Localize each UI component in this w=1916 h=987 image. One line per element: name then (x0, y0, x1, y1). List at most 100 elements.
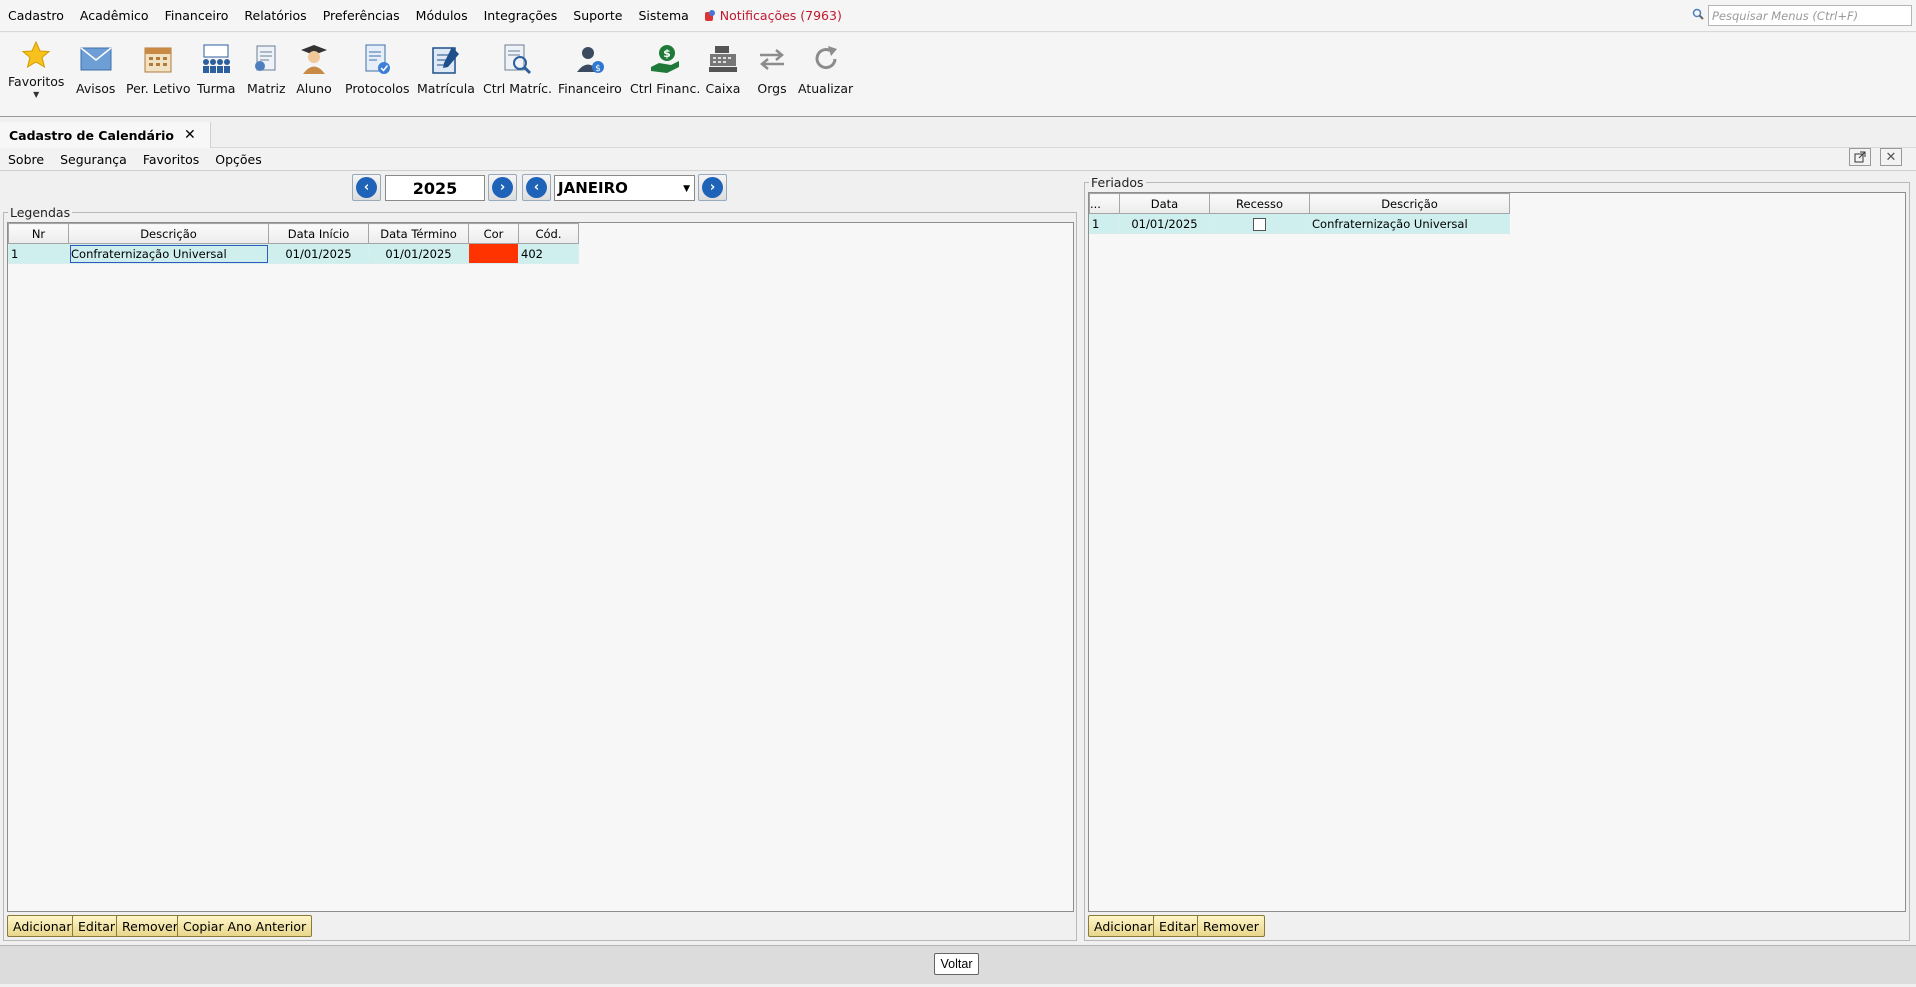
menu-sistema[interactable]: Sistema (638, 8, 688, 23)
toolbar-matricula-button[interactable]: Matrícula (417, 41, 475, 96)
enrollment-icon (428, 41, 464, 77)
close-window-button[interactable]: ✕ (1880, 148, 1902, 166)
cell-data-inicio[interactable]: 01/01/2025 (268, 243, 369, 264)
cell-cor-swatch[interactable] (468, 243, 519, 264)
chevron-down-icon: ▼ (683, 184, 690, 194)
tab-title: Cadastro de Calendário (9, 127, 174, 143)
document-search-icon (500, 41, 536, 77)
column-header-index[interactable]: ... (1089, 193, 1120, 214)
year-field[interactable]: 2025 (385, 175, 485, 201)
notification-icon (704, 9, 715, 22)
money-hand-icon: $ (647, 41, 683, 77)
column-header-recesso[interactable]: Recesso (1209, 193, 1310, 214)
feriados-adicionar-button[interactable]: Adicionar (1088, 915, 1159, 937)
envelope-icon (78, 41, 114, 77)
column-header-descricao[interactable]: Descrição (68, 223, 269, 244)
column-header-descricao[interactable]: Descrição (1309, 193, 1510, 214)
svg-text:$: $ (595, 64, 601, 74)
protocol-document-icon (359, 41, 395, 77)
table-row[interactable]: 1 01/01/2025 Confraternização Universal (1089, 213, 1510, 234)
window-menu-bar: Sobre Segurança Favoritos Opções (0, 148, 1916, 171)
voltar-button[interactable]: Voltar (934, 953, 979, 975)
submenu-opcoes[interactable]: Opções (215, 152, 262, 167)
toolbar-matriz-button[interactable]: Matriz (247, 41, 286, 96)
menu-relatorios[interactable]: Relatórios (244, 8, 306, 23)
feriados-editar-button[interactable]: Editar (1153, 915, 1203, 937)
search-input[interactable] (1708, 5, 1912, 26)
menu-preferencias[interactable]: Preferências (323, 8, 400, 23)
column-header-nr[interactable]: Nr (8, 223, 69, 244)
feriados-table: ... Data Recesso Descrição 1 01/01/2025 … (1089, 193, 1510, 234)
menu-search (1692, 5, 1912, 26)
cell-descricao[interactable]: Confraternização Universal (1309, 213, 1510, 234)
cell-data-termino[interactable]: 01/01/2025 (368, 243, 469, 264)
toolbar-atualizar-button[interactable]: Atualizar (798, 41, 853, 96)
column-header-data-inicio[interactable]: Data Início (268, 223, 369, 244)
feriados-remover-button[interactable]: Remover (1197, 915, 1265, 937)
recesso-checkbox[interactable] (1253, 217, 1266, 231)
column-header-data[interactable]: Data (1119, 193, 1210, 214)
column-header-cod[interactable]: Cód. (518, 223, 579, 244)
chevron-right-icon: › (702, 177, 723, 198)
table-row[interactable]: 1 Confraternização Universal 01/01/2025 … (8, 243, 579, 264)
star-icon (18, 39, 54, 71)
menu-integracoes[interactable]: Integrações (484, 8, 558, 23)
notifications-link[interactable]: Notificações (7963) (704, 8, 842, 23)
svg-text:$: $ (663, 47, 671, 60)
cell-data[interactable]: 01/01/2025 (1119, 213, 1210, 234)
cell-cod[interactable]: 402 (518, 243, 579, 264)
finance-person-icon: $ (572, 41, 608, 77)
chevron-left-icon: ‹ (526, 177, 547, 198)
toolbar-ctrl-financ-button[interactable]: $ Ctrl Financ. (630, 41, 700, 96)
detach-window-button[interactable] (1849, 148, 1871, 166)
toolbar-per-letivo-button[interactable]: Per. Letivo (126, 41, 191, 96)
cell-nr[interactable]: 1 (8, 243, 69, 264)
close-icon[interactable]: ✕ (184, 127, 196, 143)
toolbar-turma-button[interactable]: Turma (197, 41, 235, 96)
submenu-sobre[interactable]: Sobre (8, 152, 44, 167)
toolbar-protocolos-button[interactable]: Protocolos (345, 41, 410, 96)
month-select[interactable]: JANEIRO ▼ (554, 175, 695, 201)
notifications-label: Notificações (7963) (719, 8, 842, 23)
legendas-remover-button[interactable]: Remover (116, 915, 184, 937)
submenu-seguranca[interactable]: Segurança (60, 152, 127, 167)
next-year-button[interactable]: › (488, 174, 517, 201)
menu-cadastro[interactable]: Cadastro (8, 8, 64, 23)
legendas-adicionar-button[interactable]: Adicionar (7, 915, 78, 937)
legendas-editar-button[interactable]: Editar (72, 915, 122, 937)
tab-strip: Cadastro de Calendário ✕ (0, 118, 1916, 148)
toolbar-orgs-button[interactable]: Orgs (754, 41, 790, 96)
feriados-grid: ... Data Recesso Descrição 1 01/01/2025 … (1088, 192, 1906, 912)
cash-register-icon (705, 41, 741, 77)
toolbar-aluno-button[interactable]: Aluno (296, 41, 332, 96)
menu-suporte[interactable]: Suporte (573, 8, 622, 23)
chevron-left-icon: ‹ (356, 177, 377, 198)
menu-modulos[interactable]: Módulos (416, 8, 468, 23)
legendas-table: Nr Descrição Data Início Data Término Co… (8, 223, 579, 264)
matrix-document-icon (248, 41, 284, 77)
prev-month-button[interactable]: ‹ (522, 174, 551, 201)
toolbar-favoritos-button[interactable]: Favoritos ▼ (8, 39, 64, 99)
cell-index[interactable]: 1 (1089, 213, 1120, 234)
column-header-data-termino[interactable]: Data Término (368, 223, 469, 244)
toolbar-caixa-button[interactable]: Caixa (705, 41, 741, 96)
feriados-title: Feriados (1089, 175, 1146, 190)
next-month-button[interactable]: › (698, 174, 727, 201)
column-header-cor[interactable]: Cor (468, 223, 519, 244)
submenu-favoritos[interactable]: Favoritos (143, 152, 199, 167)
month-value: JANEIRO (558, 179, 628, 197)
student-icon (296, 41, 332, 77)
menu-academico[interactable]: Acadêmico (80, 8, 149, 23)
external-link-icon (1854, 151, 1866, 163)
toolbar-financeiro-button[interactable]: $ Financeiro (558, 41, 622, 96)
menu-financeiro[interactable]: Financeiro (165, 8, 229, 23)
cell-recesso[interactable] (1209, 213, 1310, 234)
tab-cadastro-calendario[interactable]: Cadastro de Calendário ✕ (0, 122, 211, 148)
prev-year-button[interactable]: ‹ (352, 174, 381, 201)
toolbar-ctrl-matric-button[interactable]: Ctrl Matríc. (483, 41, 552, 96)
swap-arrows-icon (754, 41, 790, 77)
cell-descricao[interactable]: Confraternização Universal (68, 243, 269, 264)
copiar-ano-anterior-button[interactable]: Copiar Ano Anterior (177, 915, 313, 937)
menu-bar: Cadastro Acadêmico Financeiro Relatórios… (0, 0, 1916, 32)
toolbar-avisos-button[interactable]: Avisos (76, 41, 115, 96)
